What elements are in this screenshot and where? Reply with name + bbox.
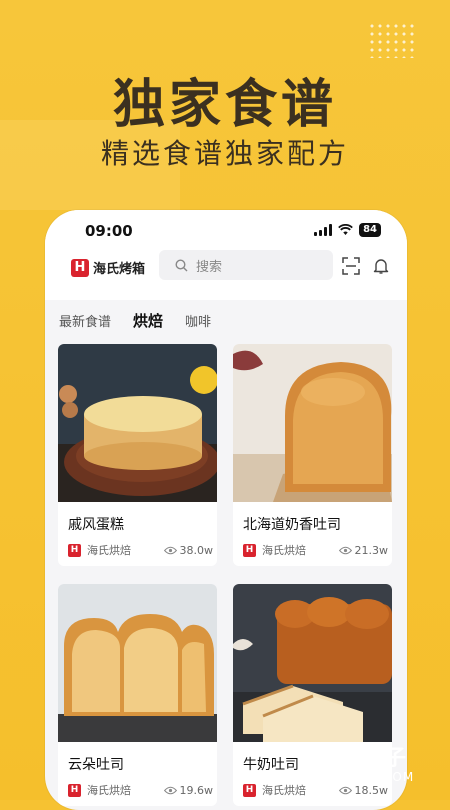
app-logo: H 海氏烤箱: [71, 258, 145, 277]
logo-text: 海氏烤箱: [93, 262, 146, 277]
author-logo-icon: H: [68, 783, 81, 797]
author-logo-icon: H: [68, 543, 81, 557]
scan-button[interactable]: [341, 256, 361, 276]
milk-toast-image: [233, 584, 392, 742]
bell-icon: [373, 259, 389, 274]
search-icon: [175, 258, 188, 271]
recipe-title: 云朵吐司: [68, 757, 124, 773]
watermark-brand: 七叶子: [340, 746, 407, 771]
watermark-url: 7YZ.COM: [352, 770, 415, 784]
author-logo-icon: H: [243, 543, 256, 557]
view-count: 21.3w: [338, 543, 389, 557]
view-count-value: 21.3w: [354, 543, 389, 557]
phone-frame: 09:00 84 H 海氏烤箱 搜索 最新食谱 烘焙 咖啡 戚风蛋糕 H 海氏烘…: [45, 210, 407, 810]
promo-headline: 独家食谱: [112, 75, 337, 135]
recipe-author: 海氏烘焙: [87, 784, 131, 797]
leaf-logo-icon: [304, 748, 336, 788]
recipe-meta: H 海氏烘焙 21.3w: [243, 542, 388, 558]
recipe-meta: H 海氏烘焙 38.0w: [68, 542, 213, 558]
eye-icon: [163, 546, 177, 554]
view-count-value: 19.6w: [179, 783, 214, 797]
view-count: 19.6w: [163, 783, 214, 797]
tab-baking[interactable]: 烘焙: [133, 310, 163, 331]
app-bar: H 海氏烤箱 搜索: [45, 250, 407, 290]
search-input[interactable]: 搜索: [159, 250, 333, 280]
site-watermark: 七叶子 7YZ.COM: [300, 738, 450, 800]
decorative-dots: [368, 22, 416, 58]
author-logo-icon: H: [243, 783, 256, 797]
battery-indicator: 84: [359, 223, 381, 237]
promo-subheadline: 精选食谱独家配方: [100, 137, 349, 170]
view-count: 38.0w: [163, 543, 214, 557]
recipe-meta: H 海氏烘焙 19.6w: [68, 782, 213, 798]
recipe-card[interactable]: 戚风蛋糕 H 海氏烘焙 38.0w: [58, 344, 217, 566]
cloud-toast-image: [58, 584, 217, 742]
chiffon-cake-image: [58, 344, 217, 502]
signal-icon: [314, 224, 333, 236]
search-placeholder: 搜索: [196, 259, 223, 275]
notification-button[interactable]: [371, 256, 391, 276]
eye-icon: [163, 786, 177, 794]
wifi-icon: [338, 224, 353, 235]
recipe-title: 戚风蛋糕: [68, 517, 124, 533]
status-time: 09:00: [85, 222, 133, 240]
recipe-title: 牛奶吐司: [243, 757, 299, 773]
tab-latest[interactable]: 最新食谱: [59, 311, 111, 330]
tab-coffee[interactable]: 咖啡: [185, 311, 211, 330]
eye-icon: [338, 546, 352, 554]
recipe-card[interactable]: 云朵吐司 H 海氏烘焙 19.6w: [58, 584, 217, 806]
recipe-card[interactable]: 北海道奶香吐司 H 海氏烘焙 21.3w: [233, 344, 392, 566]
status-icons: 84: [314, 223, 381, 237]
category-tabs: 最新食谱 烘焙 咖啡: [59, 310, 211, 331]
view-count-value: 38.0w: [179, 543, 214, 557]
recipe-author: 海氏烘焙: [262, 544, 306, 557]
recipe-title: 北海道奶香吐司: [243, 517, 341, 533]
hokkaido-toast-image: [233, 344, 392, 502]
scan-icon: [342, 257, 360, 275]
logo-mark: H: [71, 258, 89, 277]
recipe-author: 海氏烘焙: [87, 544, 131, 557]
